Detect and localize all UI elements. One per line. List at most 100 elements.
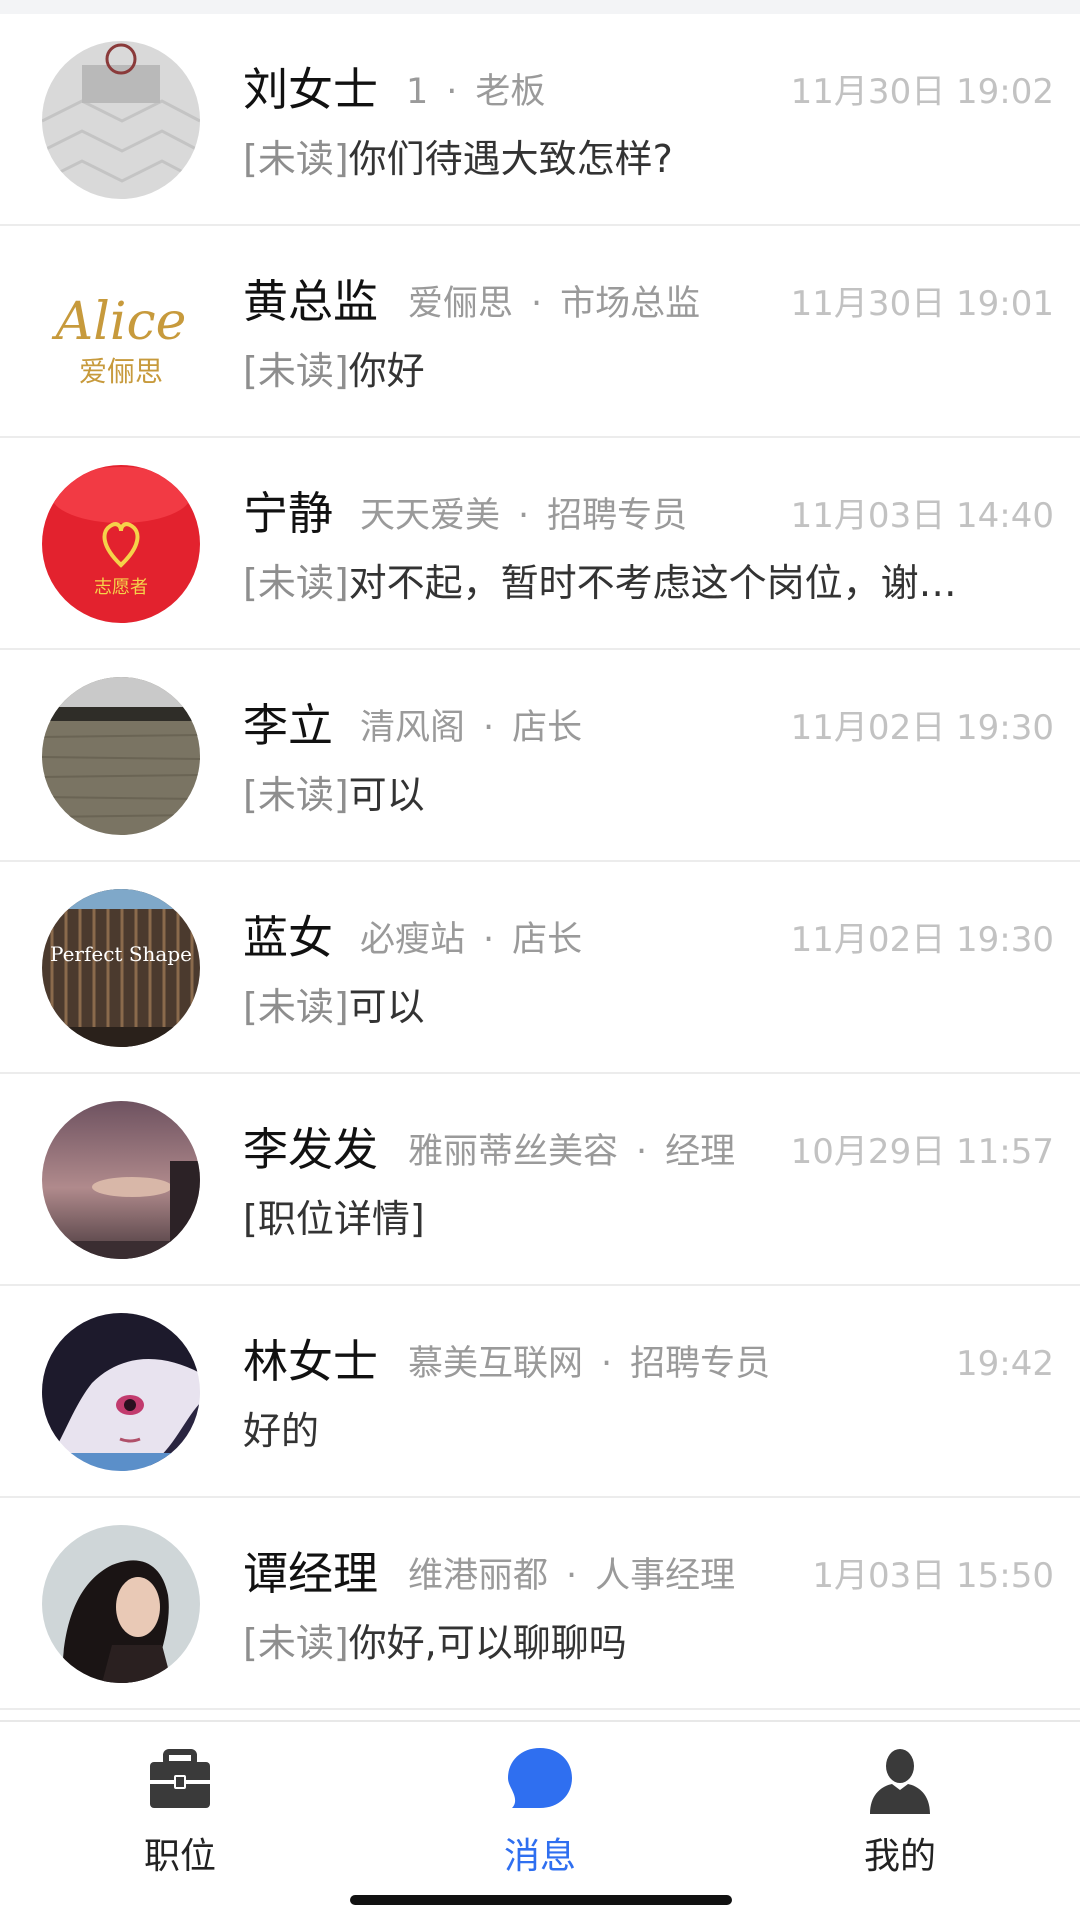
company-role: 维港丽都 · 人事经理 [408, 1552, 735, 1600]
company-role: 雅丽蒂丝美容 · 经理 [408, 1128, 735, 1176]
contact-name: 李发发 [243, 1123, 379, 1176]
contact-name: 刘女士 [243, 63, 379, 116]
message-preview: [未读]你们待遇大致怎样? [243, 132, 673, 186]
message-time: 11月30日 19:01 [790, 284, 1054, 324]
conversation-row[interactable]: 志愿者 宁静 天天爱美 · 招聘专员 11月03日 14:40 [未读]对不起，暂时… [0, 438, 1080, 650]
conversation-row[interactable]: Alice 爱俪思 黄总监 爱俪思 · 市场总监 11月30日 19:01 [未读]… [0, 226, 1080, 438]
job-role: 人事经理 [595, 1556, 736, 1596]
job-role: 店长 [512, 708, 583, 748]
job-role: 招聘专员 [630, 1344, 771, 1384]
message-text: 可以 [348, 773, 425, 817]
message-time: 11月03日 14:40 [790, 496, 1054, 536]
chat-bubble-icon [508, 1748, 572, 1808]
unread-tag: [未读] [243, 561, 349, 605]
message-preview: [未读]对不起，暂时不考虑这个岗位，谢… [243, 556, 957, 610]
avatar-image [42, 1101, 200, 1259]
message-preview: [未读]可以 [243, 980, 425, 1034]
tab-jobs[interactable]: 职位 [80, 1742, 280, 1892]
avatar-image: Perfect Shape [42, 889, 200, 1047]
avatar [42, 1313, 200, 1471]
contact-name: 谭经理 [243, 1547, 379, 1600]
conversation-row[interactable]: 林女士 慕美互联网 · 招聘专员 19:42 好的 [0, 1286, 1080, 1498]
avatar-image [42, 41, 200, 199]
job-role: 经理 [665, 1132, 736, 1172]
company-name: 必瘦站 [360, 920, 466, 960]
separator-dot: · [601, 1344, 613, 1384]
message-time: 10月29日 11:57 [790, 1132, 1054, 1172]
conversation-row[interactable]: 刘女士 1 · 老板 11月30日 19:02 [未读]你们待遇大致怎样? [0, 14, 1080, 226]
message-time: 11月02日 19:30 [790, 708, 1054, 748]
contact-name: 李立 [243, 699, 334, 752]
separator-dot: · [446, 72, 458, 112]
contact-name: 蓝女 [243, 911, 334, 964]
company-name: 清风阁 [360, 708, 466, 748]
separator-dot: · [483, 708, 495, 748]
unread-tag: [未读] [243, 137, 349, 181]
company-name: 维港丽都 [408, 1556, 549, 1596]
avatar [42, 41, 200, 199]
avatar [42, 1525, 200, 1683]
top-strip [0, 0, 1080, 14]
message-time: 19:42 [956, 1344, 1054, 1384]
message-time: 11月02日 19:30 [790, 920, 1054, 960]
tab-messages[interactable]: 消息 [440, 1742, 640, 1892]
separator-dot: · [518, 496, 530, 536]
message-preview: [职位详情] [243, 1192, 425, 1246]
message-preview: [未读]你好,可以聊聊吗 [243, 1616, 627, 1670]
unread-tag: [未读] [243, 985, 349, 1029]
unread-tag: [未读] [243, 773, 349, 817]
avatar-image [42, 1525, 200, 1683]
company-role: 必瘦站 · 店长 [360, 916, 582, 964]
separator-dot: · [636, 1132, 648, 1172]
company-name: 雅丽蒂丝美容 [408, 1132, 619, 1172]
message-text: 对不起，暂时不考虑这个岗位，谢… [348, 561, 957, 605]
tab-label: 职位 [143, 1836, 216, 1877]
company-name: 慕美互联网 [408, 1344, 584, 1384]
unread-tag: [未读] [243, 349, 349, 393]
job-role: 老板 [475, 72, 546, 112]
home-indicator[interactable] [350, 1895, 732, 1905]
tab-label: 我的 [863, 1836, 936, 1877]
company-role: 天天爱美 · 招聘专员 [360, 492, 687, 540]
tab-profile[interactable]: 我的 [800, 1742, 1000, 1892]
message-preview: [未读]可以 [243, 768, 425, 822]
briefcase-icon [150, 1749, 210, 1808]
message-text: 你们待遇大致怎样? [348, 137, 673, 181]
job-role: 店长 [512, 920, 583, 960]
unread-tag: [未读] [243, 1621, 349, 1665]
company-role: 清风阁 · 店长 [360, 704, 582, 752]
person-icon [870, 1749, 930, 1814]
message-time: 1月03日 15:50 [812, 1556, 1054, 1596]
avatar: 志愿者 [42, 465, 200, 623]
separator-dot: · [566, 1556, 578, 1596]
company-role: 1 · 老板 [406, 68, 545, 116]
message-preview: 好的 [243, 1404, 319, 1458]
avatar-image [42, 677, 200, 835]
message-text: 好的 [243, 1409, 320, 1453]
message-preview: [未读]你好 [243, 344, 425, 398]
avatar-image: 志愿者 [42, 465, 200, 623]
contact-name: 黄总监 [243, 275, 379, 328]
message-text: 可以 [348, 985, 425, 1029]
avatar-sign-text: Perfect Shape [50, 942, 192, 966]
separator-dot: · [531, 284, 543, 324]
avatar-image: Alice 爱俪思 [42, 253, 200, 411]
company-name: 天天爱美 [360, 496, 501, 536]
avatar-logo-text: Alice [52, 292, 187, 352]
company-role: 爱俪思 · 市场总监 [408, 280, 700, 328]
tab-label: 消息 [503, 1836, 576, 1877]
conversation-row[interactable]: 李立 清风阁 · 店长 11月02日 19:30 [未读]可以 [0, 650, 1080, 862]
avatar: Perfect Shape [42, 889, 200, 1047]
conversation-row[interactable]: 李发发 雅丽蒂丝美容 · 经理 10月29日 11:57 [职位详情] [0, 1074, 1080, 1286]
bottom-tab-bar: 职位 消息 我的 [0, 1720, 1080, 1922]
avatar-logo-subtext: 爱俪思 [79, 355, 163, 388]
message-text: 你好 [348, 349, 425, 393]
contact-name: 林女士 [243, 1335, 379, 1388]
avatar-cap-text: 志愿者 [94, 577, 148, 598]
conversation-row[interactable]: Perfect Shape 蓝女 必瘦站 · 店长 11月02日 19:30 [未读… [0, 862, 1080, 1074]
job-role: 招聘专员 [547, 496, 688, 536]
separator-dot: · [483, 920, 495, 960]
avatar: Alice 爱俪思 [42, 253, 200, 411]
conversation-list: 刘女士 1 · 老板 11月30日 19:02 [未读]你们待遇大致怎样? Alic… [0, 14, 1080, 1710]
conversation-row[interactable]: 谭经理 维港丽都 · 人事经理 1月03日 15:50 [未读]你好,可以聊聊吗 [0, 1498, 1080, 1710]
